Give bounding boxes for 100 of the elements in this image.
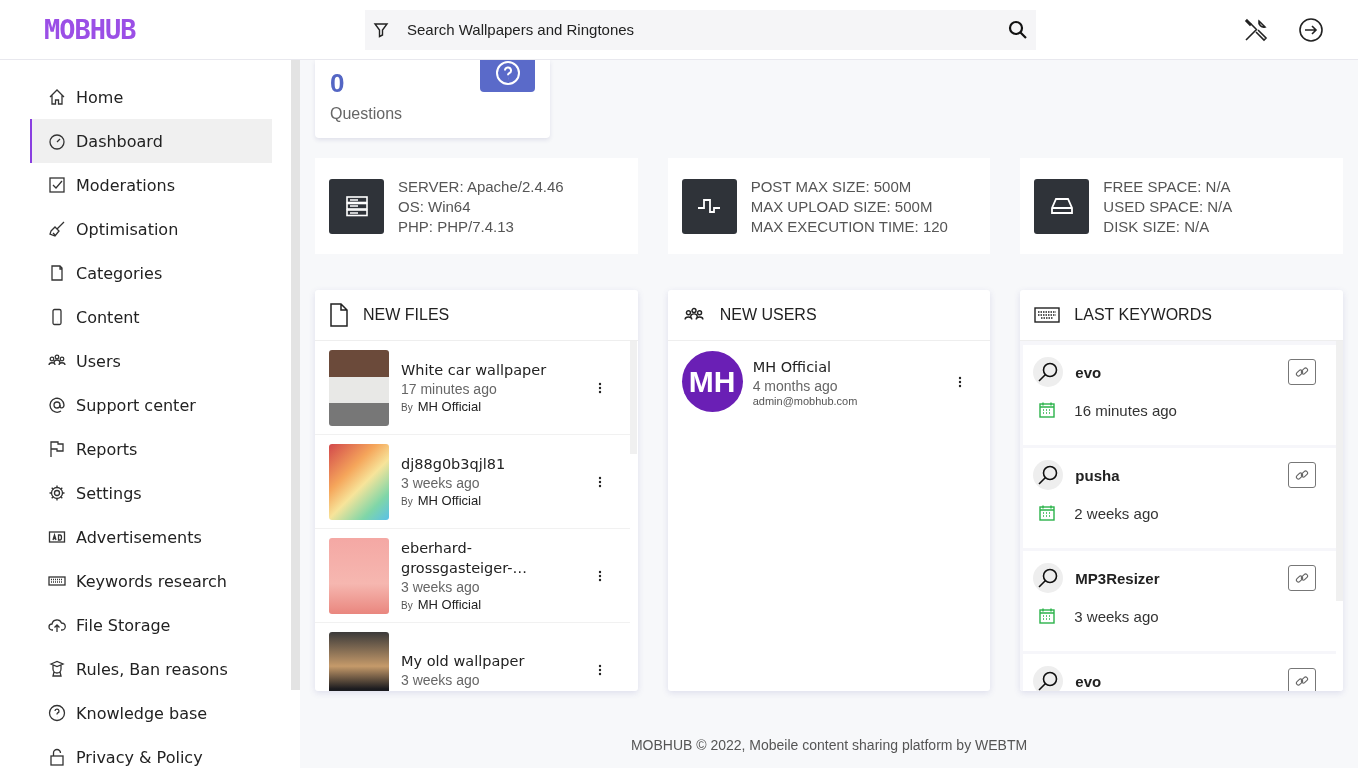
pulse-icon (681, 178, 737, 234)
author-name: MH Official (417, 596, 482, 612)
file-time: 17 minutes ago (401, 379, 498, 398)
more-icon[interactable] (958, 375, 963, 388)
user-row[interactable]: MH MH Official 4 months ago admin@mobhub.com (667, 341, 991, 422)
server-info-text: FREE SPACE: N/A (1103, 177, 1232, 195)
keyword-text: evo (1075, 672, 1103, 690)
link-icon (1295, 365, 1309, 379)
author-name: MH Official (417, 492, 482, 508)
sidebar-item[interactable]: Moderations (30, 163, 272, 207)
calendar-icon (1038, 504, 1057, 522)
search-icon (1033, 563, 1064, 593)
gauge-icon (48, 132, 66, 150)
avatar: MH (681, 351, 743, 412)
sidebar-item[interactable]: Content (30, 295, 272, 339)
panel-title: LAST KEYWORDS (1074, 306, 1212, 324)
brush-icon (48, 220, 66, 238)
sidebar-item[interactable]: Reports (30, 427, 272, 471)
sidebar-item[interactable]: File Storage (30, 603, 272, 647)
link-icon (1295, 571, 1309, 585)
logo[interactable]: MOBHUB (0, 14, 210, 45)
file-row[interactable]: My old wallpaper 3 weeks ago (315, 623, 630, 691)
sidebar-item[interactable]: Home (30, 75, 272, 119)
questions-label: Questions (330, 105, 403, 123)
ad-icon (48, 528, 66, 546)
link-button[interactable] (1288, 668, 1316, 691)
question-icon[interactable] (480, 60, 535, 92)
server-info-text: MAX EXECUTION TIME: 120 (750, 217, 948, 235)
search-icon (1033, 357, 1064, 387)
lock-icon (48, 748, 66, 766)
keyword-text: evo (1075, 363, 1103, 381)
help-icon (48, 704, 66, 722)
file-icon (329, 303, 349, 327)
user-time: 4 months ago (752, 376, 839, 395)
page-icon (48, 264, 66, 282)
calendar-icon (1038, 401, 1057, 419)
file-name: White car wallpaper (401, 360, 548, 380)
cloud-icon (48, 616, 66, 634)
search-field[interactable]: Search Wallpapers and Ringtones (405, 20, 992, 39)
keyword-time: 16 minutes ago (1074, 401, 1177, 419)
sidebar-item[interactable]: Support center (30, 383, 272, 427)
by-label: By (401, 599, 413, 611)
sidebar-item[interactable]: Optimisation (30, 207, 272, 251)
gear-icon (48, 484, 66, 502)
flag-icon (48, 440, 66, 458)
link-icon (1295, 674, 1309, 688)
questions-count: 0 (330, 68, 346, 99)
more-icon[interactable] (597, 663, 602, 676)
search-icon[interactable] (1008, 19, 1028, 40)
sidebar-item[interactable]: Knowledge base (30, 691, 272, 735)
link-button[interactable] (1288, 565, 1316, 591)
logout-icon[interactable] (1298, 16, 1324, 43)
keyboard-icon (1034, 307, 1061, 323)
scrollbar-thumb[interactable] (291, 60, 300, 690)
more-icon[interactable] (597, 381, 602, 394)
search-icon (1033, 666, 1064, 691)
more-icon[interactable] (597, 569, 602, 582)
more-icon[interactable] (597, 475, 602, 488)
server-info-text: SERVER: Apache/2.4.46 (398, 177, 564, 195)
sidebar-item[interactable]: Users (30, 339, 272, 383)
sidebar-item[interactable]: Rules, Ban reasons (30, 647, 272, 691)
sidebar-item[interactable]: Dashboard (30, 119, 272, 163)
server-info-text: USED SPACE: N/A (1103, 197, 1233, 215)
home-icon (48, 88, 66, 106)
keyword-text: MP3Resizer (1075, 569, 1161, 587)
check-icon (48, 176, 66, 194)
server-info-text: OS: Win64 (398, 197, 472, 215)
file-row[interactable]: White car wallpaper 17 minutes ago By MH Official (315, 341, 630, 435)
file-name: eberhard-grossgasteiger-… (401, 538, 528, 578)
at-icon (48, 396, 66, 414)
sidebar-item[interactable]: Keywords research (30, 559, 272, 603)
server-info-text: MAX UPLOAD SIZE: 500M (750, 197, 934, 215)
server-info-text: PHP: PHP/7.4.13 (398, 217, 515, 235)
author-name: MH Official (417, 398, 482, 414)
sidebar-item[interactable]: Categories (30, 251, 272, 295)
footer-text: MOBHUB © 2022, Mobeile content sharing platform by WEBTM (629, 737, 1029, 753)
photo-placeholder (329, 631, 389, 691)
search-bar[interactable]: Search Wallpapers and Ringtones (365, 9, 1036, 50)
hard-drive-icon (1034, 178, 1090, 234)
keyword-time: 2 weeks ago (1074, 504, 1159, 522)
sidebar-item[interactable]: Privacy & Policy (30, 735, 272, 768)
filter-icon[interactable] (373, 21, 389, 38)
server-rack-icon (329, 178, 384, 234)
link-button[interactable] (1288, 359, 1316, 385)
by-label: By (401, 401, 413, 413)
sidebar-item[interactable]: Settings (30, 471, 272, 515)
keyword-time: 3 weeks ago (1074, 607, 1159, 625)
calendar-icon (1038, 607, 1057, 625)
link-icon (1295, 468, 1309, 482)
file-row[interactable]: dj88g0b3qjl81 3 weeks ago By MH Official (315, 435, 630, 529)
file-time: 3 weeks ago (401, 577, 481, 596)
file-row[interactable]: eberhard-grossgasteiger-… 3 weeks ago By MH Official (315, 529, 630, 623)
panel-title: NEW USERS (719, 306, 817, 324)
sidebar-item[interactable]: Advertisements (30, 515, 272, 559)
link-button[interactable] (1288, 462, 1316, 488)
search-icon (1033, 460, 1064, 490)
server-info-text: DISK SIZE: N/A (1103, 217, 1211, 235)
user-name: MH Official (752, 357, 833, 377)
keyword-text: pusha (1075, 466, 1121, 484)
file-time: 3 weeks ago (401, 473, 481, 492)
